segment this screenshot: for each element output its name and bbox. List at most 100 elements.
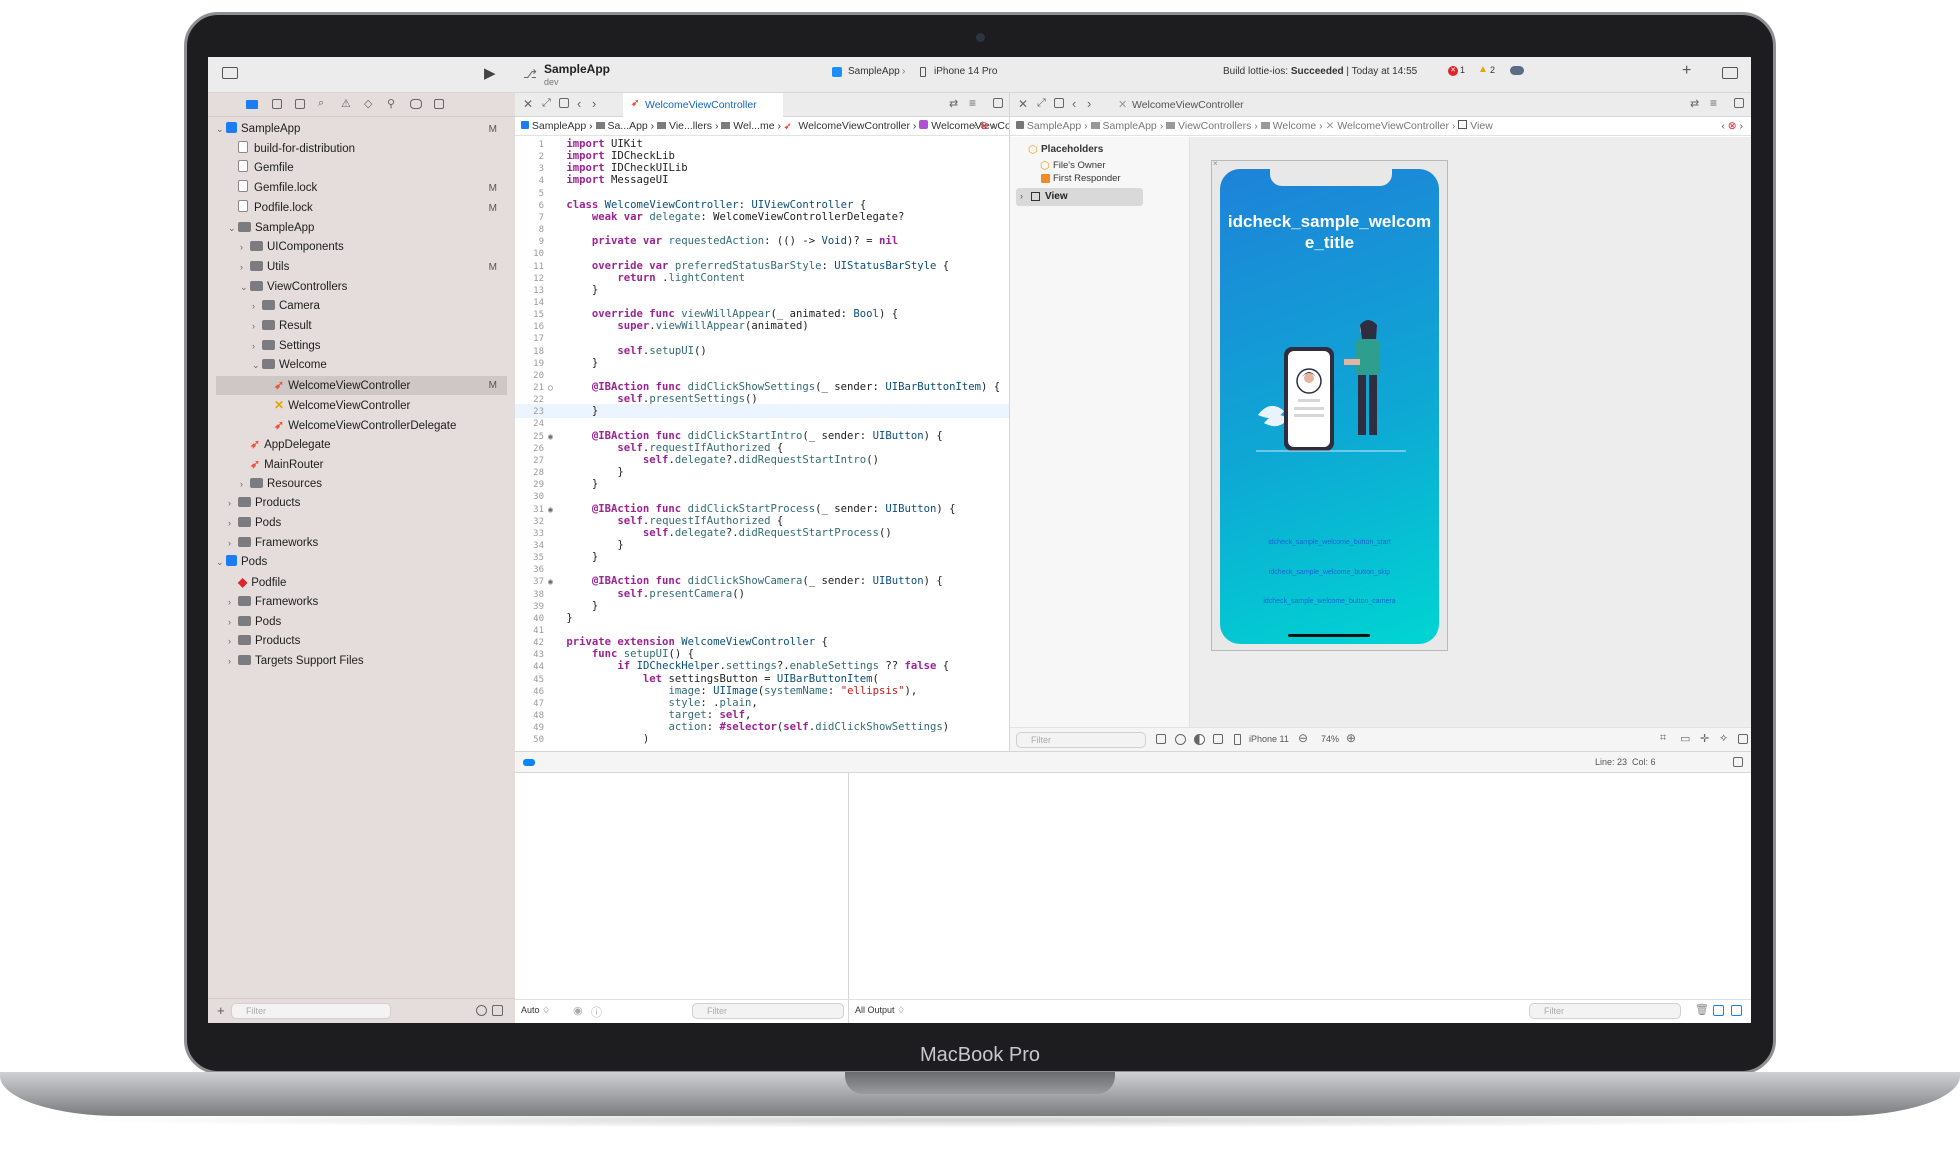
debug-icon[interactable]: ⚲: [387, 97, 395, 110]
tree-item[interactable]: ◆ Podfile: [216, 573, 507, 592]
close-scene-icon[interactable]: ×: [1213, 159, 1218, 168]
destination-selector[interactable]: iPhone 14 Pro: [934, 66, 997, 77]
test-icon[interactable]: ◇: [364, 97, 372, 110]
cloud-icon[interactable]: [1510, 66, 1524, 75]
disclosure-chevron-icon[interactable]: ›: [228, 613, 238, 632]
source-code[interactable]: 1 import UIKit 2 import IDCheckLib 3 impor…: [515, 137, 1009, 751]
error-icon[interactable]: ✕: [1448, 66, 1458, 76]
outline-first-responder[interactable]: First Responder: [1053, 173, 1121, 184]
tree-item[interactable]: Podfile.lock M: [216, 199, 507, 218]
scene-frame[interactable]: × idcheck_sample_welcom e_title idcheck_…: [1211, 159, 1448, 651]
variables-filter-input[interactable]: Filter: [692, 1003, 844, 1019]
options-icon[interactable]: ≡: [969, 96, 976, 110]
tree-item[interactable]: ⌄ ViewControllers: [216, 278, 507, 297]
eye-icon[interactable]: ◉: [573, 1004, 583, 1017]
add-editor-icon[interactable]: [993, 98, 1003, 111]
issue-nav-icon[interactable]: ‹ ⊗ ›: [1721, 117, 1743, 135]
back-icon[interactable]: ‹: [1072, 96, 1076, 111]
orientation-icon[interactable]: [1213, 734, 1223, 747]
disclosure-chevron-icon[interactable]: ›: [252, 317, 262, 336]
crumb[interactable]: ViewControllers: [1178, 120, 1251, 132]
show-variables-icon[interactable]: [1713, 1005, 1724, 1016]
close-icon[interactable]: ✕: [1018, 97, 1028, 111]
zoom-in-icon[interactable]: ⊕: [1346, 731, 1356, 745]
disclosure-chevron-icon[interactable]: ⌄: [216, 120, 226, 139]
crumb[interactable]: SampleApp: [532, 120, 586, 132]
tree-item[interactable]: › Result: [216, 317, 507, 336]
recent-files-icon[interactable]: [476, 1005, 487, 1016]
start-button[interactable]: idcheck_sample_welcome_button_start: [1220, 539, 1439, 546]
outline-filter-input[interactable]: Filter: [1016, 732, 1146, 748]
tree-item[interactable]: › Frameworks: [216, 593, 507, 612]
project-name[interactable]: SampleApp: [544, 62, 610, 76]
tree-item[interactable]: › Camera: [216, 297, 507, 316]
editor-tab[interactable]: ➶ WelcomeViewController: [623, 93, 783, 117]
tree-item[interactable]: ⌄ SampleApp: [216, 219, 507, 238]
disclosure-chevron-icon[interactable]: ›: [228, 534, 238, 553]
update-frames-icon[interactable]: ⌗: [1660, 732, 1666, 745]
options-icon[interactable]: ≡: [1710, 96, 1717, 110]
tree-item[interactable]: ✕ WelcomeViewController: [216, 396, 507, 415]
tree-item[interactable]: › Products: [216, 494, 507, 513]
crumb[interactable]: Welcome: [1273, 120, 1317, 132]
console-filter-input[interactable]: Filter: [1529, 1003, 1681, 1019]
plus-icon[interactable]: +: [1682, 62, 1691, 80]
tree-item[interactable]: ⌄ SampleApp M: [216, 120, 507, 139]
code-line[interactable]: 50 ): [515, 732, 1009, 746]
ib-tab[interactable]: ✕ WelcomeViewController: [1110, 93, 1270, 117]
tree-item[interactable]: ➶ WelcomeViewController M: [216, 376, 507, 396]
crumb[interactable]: SampleApp: [1027, 120, 1081, 132]
crumb[interactable]: SampleApp: [1102, 120, 1156, 132]
tree-item[interactable]: ➶ MainRouter: [216, 455, 507, 474]
disclosure-chevron-icon[interactable]: ›: [228, 494, 238, 513]
report-icon[interactable]: [434, 99, 444, 112]
crumb[interactable]: WelcomeViewController: [1337, 120, 1449, 132]
tree-item[interactable]: › Targets Support Files: [216, 652, 507, 671]
camera-button[interactable]: idcheck_sample_welcome_button_camera: [1220, 598, 1439, 605]
crumb[interactable]: WelcomeViewController: [798, 120, 910, 132]
folder-icon[interactable]: [246, 100, 258, 109]
tree-item[interactable]: build-for-distribution: [216, 140, 507, 159]
output-selector[interactable]: All Output ♢: [855, 1005, 905, 1016]
crumb[interactable]: WelcomeViewController: [931, 120, 1009, 132]
crumb[interactable]: Wel...me: [733, 120, 774, 132]
pin-icon[interactable]: [1738, 734, 1748, 747]
grid-icon[interactable]: [559, 98, 569, 111]
split-icon[interactable]: ⇄: [949, 97, 958, 110]
minimap-icon[interactable]: [1733, 757, 1743, 770]
tree-item[interactable]: ⌄ Pods: [216, 553, 507, 572]
outline-toggle-icon[interactable]: [1156, 734, 1166, 747]
warning-icon[interactable]: ▲: [1478, 64, 1488, 75]
forward-icon[interactable]: ›: [1087, 96, 1091, 111]
split-icon[interactable]: ⇄: [1690, 97, 1699, 110]
tree-item[interactable]: › Utils M: [216, 258, 507, 277]
align-icon[interactable]: ✛: [1700, 732, 1709, 745]
chevron-right-icon[interactable]: ›: [1020, 191, 1023, 201]
tree-item[interactable]: ➶ AppDelegate: [216, 435, 507, 454]
outline-placeholders[interactable]: Placeholders: [1041, 144, 1103, 155]
disclosure-chevron-icon[interactable]: ›: [240, 238, 250, 257]
forward-icon[interactable]: ›: [592, 96, 596, 111]
tree-item[interactable]: › Products: [216, 632, 507, 651]
skip-button[interactable]: idcheck_sample_welcome_button_skip: [1220, 569, 1439, 576]
tree-item[interactable]: Gemfile: [216, 159, 507, 178]
tree-item[interactable]: ➶ WelcomeViewControllerDelegate: [216, 416, 507, 435]
issue-nav-icon[interactable]: ‹ ⊗ ›: [973, 117, 995, 135]
device-selector[interactable]: iPhone 11: [1249, 734, 1289, 744]
related-items-icon[interactable]: ⤢: [1037, 97, 1046, 110]
crumb[interactable]: Vie...llers: [669, 120, 712, 132]
ib-canvas[interactable]: × idcheck_sample_welcom e_title idcheck_…: [1190, 137, 1751, 727]
outline-view-row[interactable]: › View: [1016, 188, 1143, 206]
disclosure-chevron-icon[interactable]: ›: [240, 258, 250, 277]
tree-item[interactable]: › Settings: [216, 337, 507, 356]
disclosure-chevron-icon[interactable]: ›: [228, 514, 238, 533]
hide-debug-area-icon[interactable]: [523, 759, 535, 766]
disclosure-chevron-icon[interactable]: ⌄: [252, 356, 262, 375]
grid-icon[interactable]: [1054, 98, 1064, 111]
sidebar-toggle-icon[interactable]: [222, 67, 238, 79]
inspector-toggle-icon[interactable]: [1722, 67, 1738, 79]
disclosure-chevron-icon[interactable]: ⌄: [228, 219, 238, 238]
related-items-icon[interactable]: ⤢: [542, 97, 551, 110]
disclosure-chevron-icon[interactable]: ›: [228, 652, 238, 671]
disclosure-chevron-icon[interactable]: ›: [252, 337, 262, 356]
